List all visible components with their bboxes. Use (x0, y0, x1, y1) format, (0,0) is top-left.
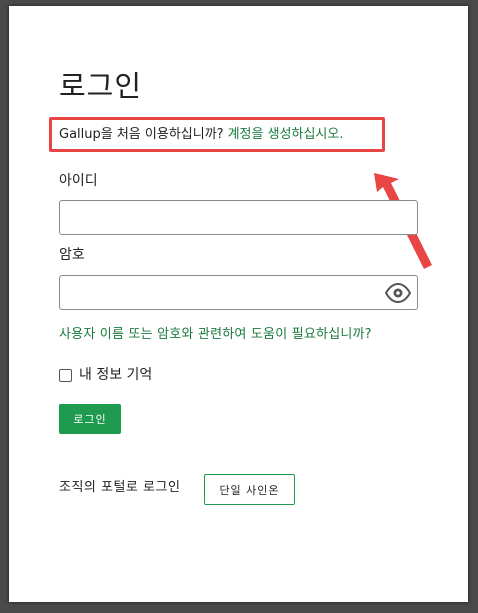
sso-button[interactable]: 단일 사인온 (204, 474, 295, 505)
username-input[interactable] (59, 200, 418, 235)
username-label: 아이디 (59, 173, 98, 189)
signup-prompt-text: Gallup을 처음 이용하십니까? (59, 127, 224, 142)
help-link[interactable]: 사용자 이름 또는 암호와 관련하여 도움이 필요하십니까? (59, 326, 372, 344)
password-input[interactable] (59, 275, 418, 310)
org-portal-label: 조직의 포털로 로그인 (59, 480, 181, 495)
eye-icon[interactable] (385, 283, 411, 303)
signup-prompt: Gallup을 처음 이용하십니까? 계정을 생성하십시오. (59, 126, 343, 144)
remember-me-checkbox[interactable] (59, 368, 72, 382)
remember-me-label: 내 정보 기억 (79, 367, 153, 383)
login-card: 로그인 Gallup을 처음 이용하십니까? 계정을 생성하십시오. 아이디 암호… (9, 6, 468, 602)
page-title: 로그인 (59, 69, 143, 103)
password-label: 암호 (59, 247, 85, 263)
create-account-link[interactable]: 계정을 생성하십시오. (228, 127, 344, 142)
remember-me[interactable]: 내 정보 기억 (59, 366, 152, 384)
login-button[interactable]: 로그인 (59, 404, 121, 434)
